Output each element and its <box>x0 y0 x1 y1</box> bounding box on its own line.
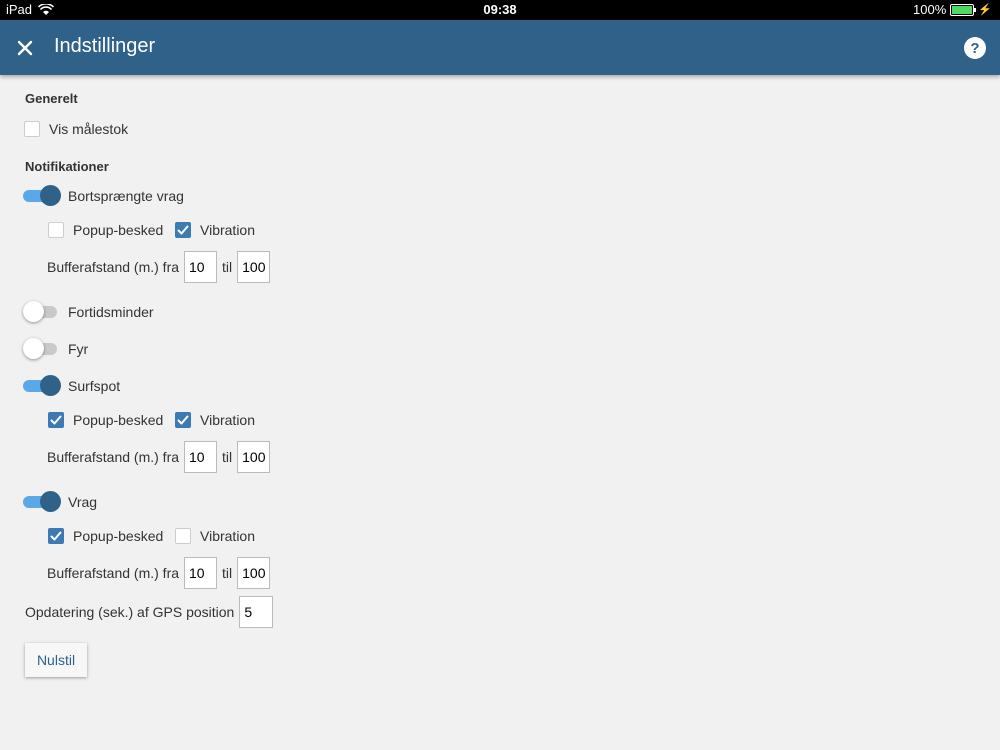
lighthouse-label: Fyr <box>68 341 89 357</box>
checkmark-icon <box>50 414 62 426</box>
battery-percent: 100% <box>913 2 947 17</box>
show-scale-checkbox[interactable] <box>24 121 40 137</box>
surfspot-popup-row: Popup-besked <box>48 412 163 428</box>
checkmark-icon <box>177 414 189 426</box>
surfspot-vibration-row: Vibration <box>175 412 255 428</box>
buffer-label: Bufferafstand (m.) fra <box>47 449 180 465</box>
blasted-wrecks-buffer-from-input[interactable] <box>184 251 218 283</box>
vibration-label: Vibration <box>200 412 256 428</box>
surfspot-popup-checkbox[interactable] <box>48 412 64 428</box>
notification-row-blasted-wrecks: Bortsprængte vrag <box>23 185 184 207</box>
surfspot-toggle[interactable] <box>23 375 61 397</box>
til-label: til <box>222 449 233 465</box>
surfspot-label: Surfspot <box>68 378 121 394</box>
vibration-label: Vibration <box>200 528 256 544</box>
surfspot-buffer-from-input[interactable] <box>184 441 218 473</box>
status-bar: iPad 09:38 100% ⚡ <box>0 0 1000 20</box>
reset-button[interactable]: Nulstil <box>25 643 87 677</box>
lighthouse-toggle[interactable] <box>23 338 61 360</box>
til-label: til <box>222 565 233 581</box>
ancient-monuments-toggle[interactable] <box>23 301 61 323</box>
battery-icon <box>950 3 977 16</box>
wrecks-popup-row: Popup-besked <box>48 528 163 544</box>
blasted-wrecks-popup-checkbox[interactable] <box>48 222 64 238</box>
surfspot-buffer-row: Bufferafstand (m.) fra til <box>47 441 271 473</box>
show-scale-row: Vis målestok <box>24 121 128 137</box>
blasted-wrecks-vibration-row: Vibration <box>175 222 255 238</box>
wrecks-buffer-from-input[interactable] <box>184 557 218 589</box>
popup-label: Popup-besked <box>73 528 164 544</box>
notification-row-lighthouse: Fyr <box>23 338 88 360</box>
wrecks-label: Vrag <box>68 494 98 510</box>
buffer-label: Bufferafstand (m.) fra <box>47 259 180 275</box>
wrecks-buffer-row: Bufferafstand (m.) fra til <box>47 557 271 589</box>
wrecks-toggle[interactable] <box>23 491 61 513</box>
blasted-wrecks-vibration-checkbox[interactable] <box>175 222 191 238</box>
wrecks-popup-checkbox[interactable] <box>48 528 64 544</box>
gps-update-label: Opdatering (sek.) af GPS position <box>25 604 235 620</box>
surfspot-vibration-checkbox[interactable] <box>175 412 191 428</box>
app-bar: Indstillinger ? <box>0 20 1000 75</box>
notification-row-surfspot: Surfspot <box>23 375 120 397</box>
popup-label: Popup-besked <box>73 222 164 238</box>
blasted-wrecks-buffer-row: Bufferafstand (m.) fra til <box>47 251 271 283</box>
til-label: til <box>222 259 233 275</box>
help-button[interactable]: ? <box>964 37 986 59</box>
show-scale-label: Vis målestok <box>49 121 129 137</box>
help-icon: ? <box>970 39 980 57</box>
ancient-monuments-label: Fortidsminder <box>68 304 154 320</box>
section-notifications-heading: Notifikationer <box>25 159 109 174</box>
checkmark-icon <box>50 530 62 542</box>
vibration-label: Vibration <box>200 222 256 238</box>
status-right: 100% ⚡ <box>913 2 992 17</box>
charging-icon: ⚡ <box>978 4 992 16</box>
checkmark-icon <box>177 224 189 236</box>
wrecks-vibration-checkbox[interactable] <box>175 528 191 544</box>
notification-row-ancient-monuments: Fortidsminder <box>23 301 154 323</box>
notification-row-wrecks: Vrag <box>23 491 97 513</box>
blasted-wrecks-label: Bortsprængte vrag <box>68 188 184 204</box>
section-general-heading: Generelt <box>25 91 78 106</box>
wrecks-vibration-row: Vibration <box>175 528 255 544</box>
page-title: Indstillinger <box>54 35 156 57</box>
surfspot-buffer-to-input[interactable] <box>237 441 271 473</box>
blasted-wrecks-popup-row: Popup-besked <box>48 222 163 238</box>
gps-update-input[interactable] <box>239 596 274 628</box>
gps-update-row: Opdatering (sek.) af GPS position <box>25 596 274 628</box>
close-icon <box>17 40 33 56</box>
blasted-wrecks-buffer-to-input[interactable] <box>237 251 271 283</box>
buffer-label: Bufferafstand (m.) fra <box>47 565 180 581</box>
close-button[interactable] <box>12 35 38 61</box>
blasted-wrecks-toggle[interactable] <box>23 185 61 207</box>
popup-label: Popup-besked <box>73 412 164 428</box>
clock: 09:38 <box>483 2 517 17</box>
wrecks-buffer-to-input[interactable] <box>237 557 271 589</box>
